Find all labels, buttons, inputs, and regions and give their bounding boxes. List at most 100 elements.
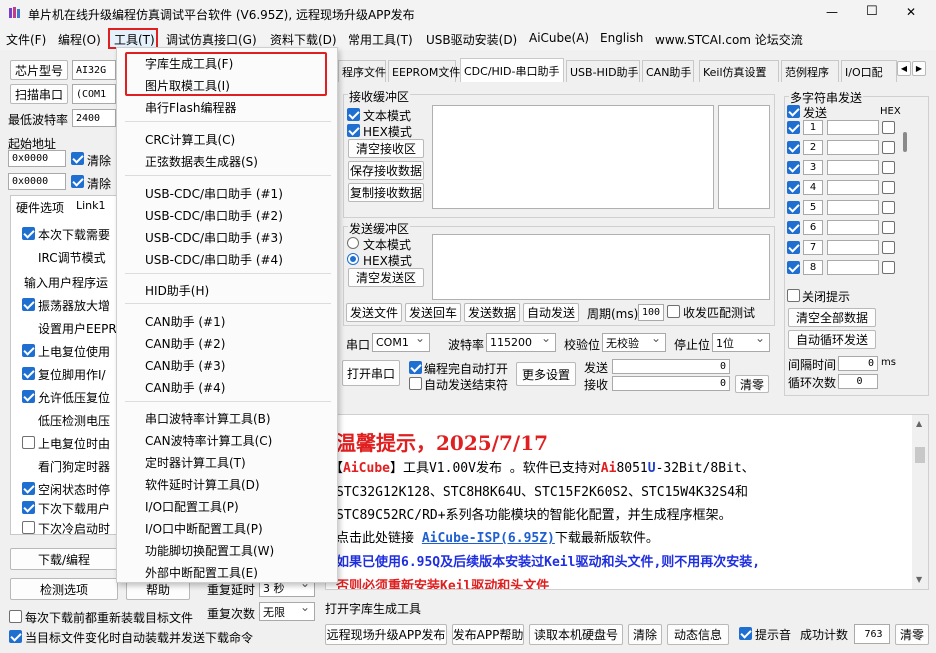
notice-scrollbar[interactable]: ▲ ▼ bbox=[912, 415, 928, 589]
hw-option-checkbox[interactable] bbox=[22, 298, 35, 311]
multi-row-hex-checkbox[interactable] bbox=[882, 261, 895, 274]
beep-checkbox[interactable] bbox=[739, 627, 752, 640]
auto-send-button[interactable]: 自动发送 bbox=[523, 303, 579, 322]
multi-row-hex-checkbox[interactable] bbox=[882, 181, 895, 194]
multi-row-checkbox[interactable] bbox=[787, 141, 800, 154]
close-icon[interactable]: ✕ bbox=[906, 5, 916, 19]
multi-row-number[interactable]: 1 bbox=[803, 120, 823, 135]
recv-clear-button[interactable]: 清空接收区 bbox=[348, 139, 424, 158]
download-button[interactable]: 下载/编程 bbox=[10, 548, 118, 570]
multi-row-number[interactable]: 3 bbox=[803, 160, 823, 175]
notice-download-link[interactable]: AiCube-ISP(6.95Z) bbox=[422, 531, 555, 546]
menu-aicube[interactable]: AiCube(A) bbox=[529, 31, 589, 45]
tools-menu-item[interactable]: I/O口中断配置工具(P) bbox=[117, 517, 339, 539]
hw-option-checkbox[interactable] bbox=[22, 521, 35, 534]
multi-row-checkbox[interactable] bbox=[787, 221, 800, 234]
hw-option-checkbox[interactable] bbox=[22, 436, 35, 449]
multi-row-input[interactable] bbox=[827, 160, 879, 175]
close-tip-checkbox[interactable] bbox=[787, 289, 800, 302]
tools-menu-item[interactable]: CAN助手 (#2) bbox=[117, 332, 339, 354]
multi-row-hex-checkbox[interactable] bbox=[882, 161, 895, 174]
menu-common-tools[interactable]: 常用工具(T) bbox=[348, 31, 413, 48]
tab-hw-options[interactable]: 硬件选项 bbox=[16, 199, 64, 216]
menu-program[interactable]: 编程(O) bbox=[58, 31, 101, 48]
tab-4[interactable]: CAN助手 bbox=[642, 60, 694, 82]
interval-input[interactable]: 0 bbox=[838, 356, 878, 371]
tools-menu-item[interactable]: CAN助手 (#4) bbox=[117, 376, 339, 398]
auto-loop-button[interactable]: 自动循环发送 bbox=[788, 330, 876, 349]
loop-input[interactable]: 0 bbox=[838, 374, 878, 389]
multi-row-input[interactable] bbox=[827, 200, 879, 215]
multi-scrollbar[interactable] bbox=[901, 118, 909, 280]
send-hex-mode-radio[interactable] bbox=[347, 253, 359, 265]
tab-scroll-left[interactable]: ◀ bbox=[897, 61, 911, 76]
tools-menu-item[interactable]: USB-CDC/串口助手 (#3) bbox=[117, 226, 339, 248]
tools-menu-item[interactable]: 功能脚切换配置工具(W) bbox=[117, 539, 339, 561]
recv-hex-area[interactable] bbox=[718, 105, 770, 209]
tools-menu-item[interactable]: CRC计算工具(C) bbox=[117, 128, 339, 150]
match-test-checkbox[interactable] bbox=[667, 305, 680, 318]
multi-row-input[interactable] bbox=[827, 140, 879, 155]
multi-row-checkbox[interactable] bbox=[787, 121, 800, 134]
clear-1-checkbox[interactable] bbox=[71, 152, 84, 165]
reload-each-checkbox[interactable] bbox=[9, 610, 22, 623]
min-baud-value[interactable]: 2400 bbox=[72, 109, 116, 127]
chip-type-value[interactable]: AI32G bbox=[72, 60, 116, 80]
multi-row-number[interactable]: 7 bbox=[803, 240, 823, 255]
send-file-button[interactable]: 发送文件 bbox=[346, 303, 402, 322]
port-select[interactable]: COM1 bbox=[372, 333, 430, 352]
multi-row-input[interactable] bbox=[827, 220, 879, 235]
multi-row-input[interactable] bbox=[827, 260, 879, 275]
multi-row-input[interactable] bbox=[827, 240, 879, 255]
menu-file[interactable]: 文件(F) bbox=[6, 31, 46, 48]
menu-english[interactable]: English bbox=[600, 31, 643, 45]
tab-1[interactable]: EEPROM文件 bbox=[388, 60, 460, 82]
hw-option-checkbox[interactable] bbox=[22, 367, 35, 380]
multi-row-number[interactable]: 8 bbox=[803, 260, 823, 275]
read-disk-button[interactable]: 读取本机硬盘号 bbox=[529, 624, 623, 645]
status-clear-button[interactable]: 清除 bbox=[628, 624, 662, 645]
clear-2-checkbox[interactable] bbox=[71, 175, 84, 188]
multi-row-input[interactable] bbox=[827, 180, 879, 195]
recv-text-area[interactable] bbox=[432, 105, 714, 209]
multi-row-number[interactable]: 2 bbox=[803, 140, 823, 155]
multi-row-hex-checkbox[interactable] bbox=[882, 221, 895, 234]
tools-menu-item[interactable]: 定时器计算工具(T) bbox=[117, 451, 339, 473]
tab-3[interactable]: USB-HID助手 bbox=[566, 60, 640, 82]
recv-hex-mode-checkbox[interactable] bbox=[347, 124, 360, 137]
auto-end-checkbox[interactable] bbox=[409, 377, 422, 390]
multi-row-hex-checkbox[interactable] bbox=[882, 241, 895, 254]
tools-menu-item[interactable]: CAN助手 (#3) bbox=[117, 354, 339, 376]
addr-field-2[interactable]: 0x0000 bbox=[8, 173, 66, 190]
multi-row-hex-checkbox[interactable] bbox=[882, 121, 895, 134]
send-text-mode-radio[interactable] bbox=[347, 237, 359, 249]
hw-option-checkbox[interactable] bbox=[22, 390, 35, 403]
tools-menu-item[interactable]: I/O口配置工具(P) bbox=[117, 495, 339, 517]
recv-copy-button[interactable]: 复制接收数据 bbox=[348, 183, 424, 202]
scan-port-button[interactable]: 扫描串口 bbox=[10, 84, 68, 104]
period-input[interactable]: 100 bbox=[638, 304, 664, 321]
tools-menu-item[interactable]: HID助手(H) bbox=[117, 279, 339, 301]
parity-select[interactable]: 无校验 bbox=[602, 333, 666, 352]
multi-row-number[interactable]: 5 bbox=[803, 200, 823, 215]
tab-link1[interactable]: Link1 bbox=[76, 199, 106, 212]
open-port-button[interactable]: 打开串口 bbox=[342, 360, 400, 386]
multi-row-hex-checkbox[interactable] bbox=[882, 141, 895, 154]
tools-menu-item[interactable]: CAN波特率计算工具(C) bbox=[117, 429, 339, 451]
addr-field-1[interactable]: 0x0000 bbox=[8, 150, 66, 167]
menu-debug[interactable]: 调试仿真接口(G) bbox=[166, 31, 257, 48]
remote-app-button[interactable]: 远程现场升级APP发布 bbox=[325, 624, 447, 645]
tools-menu-item[interactable]: 外部中断配置工具(E) bbox=[117, 561, 339, 583]
tools-menu-item[interactable]: 串行Flash编程器 bbox=[117, 96, 339, 118]
check-options-button[interactable]: 检测选项 bbox=[10, 578, 118, 600]
tools-menu-item[interactable]: 正弦数据表生成器(S) bbox=[117, 150, 339, 172]
success-clear-button[interactable]: 清零 bbox=[895, 624, 929, 645]
send-text-area[interactable] bbox=[432, 234, 770, 300]
menu-tools[interactable]: 工具(T) bbox=[114, 31, 155, 48]
count-clear-button[interactable]: 清零 bbox=[735, 375, 769, 393]
hw-option-checkbox[interactable] bbox=[22, 227, 35, 240]
multi-row-checkbox[interactable] bbox=[787, 201, 800, 214]
tools-menu-item[interactable]: 串口波特率计算工具(B) bbox=[117, 407, 339, 429]
tools-menu-item[interactable]: USB-CDC/串口助手 (#2) bbox=[117, 204, 339, 226]
auto-open-checkbox[interactable] bbox=[409, 361, 422, 374]
